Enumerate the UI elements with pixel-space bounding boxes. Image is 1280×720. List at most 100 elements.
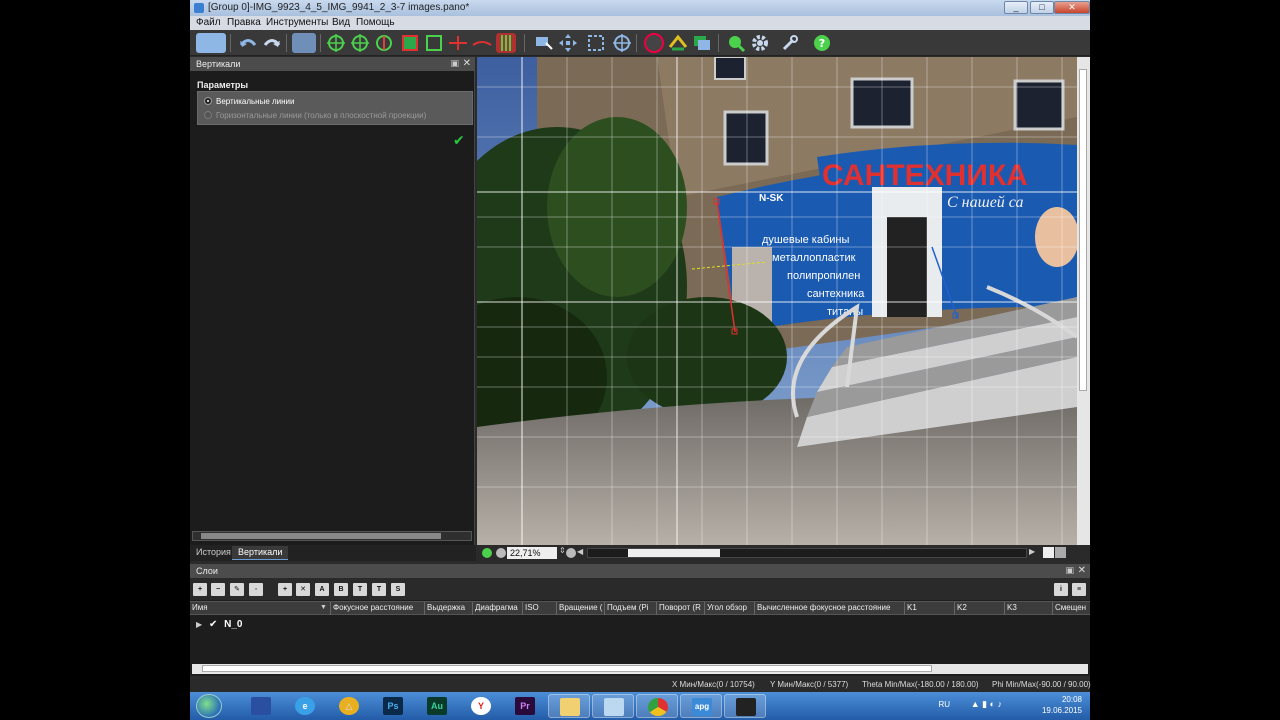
- add-layer-icon[interactable]: +: [193, 583, 207, 596]
- menu-view[interactable]: Вид: [332, 17, 350, 28]
- view-mode-icon[interactable]: [1043, 547, 1067, 559]
- tool-a-button[interactable]: A: [315, 583, 329, 596]
- edit-layer-icon[interactable]: ✎: [230, 583, 244, 596]
- float-icon[interactable]: ▣: [1065, 565, 1074, 576]
- vertical-lines-radio[interactable]: [204, 97, 212, 105]
- layer-check-icon[interactable]: ✔: [209, 619, 217, 630]
- select-icon[interactable]: [534, 33, 554, 53]
- fit-icon[interactable]: [424, 33, 444, 53]
- taskbar-ie[interactable]: e: [284, 694, 326, 718]
- col-k1[interactable]: K1: [907, 603, 947, 612]
- col-rotation[interactable]: Вращение (: [559, 603, 603, 612]
- tray-icons[interactable]: ▲ ▮ ◐ ♪: [971, 699, 1002, 710]
- tool-t1-button[interactable]: T: [353, 583, 367, 596]
- panel-close-icon[interactable]: ✕: [463, 58, 471, 69]
- start-button[interactable]: [196, 694, 222, 718]
- zoom-out-icon[interactable]: [495, 547, 507, 559]
- crop-icon[interactable]: [400, 33, 420, 53]
- horizon-icon[interactable]: [448, 33, 468, 53]
- remove-layer-icon[interactable]: −: [211, 583, 225, 596]
- verticals-icon[interactable]: [496, 33, 516, 53]
- rotate-icon[interactable]: [374, 33, 394, 53]
- layers-hscroll[interactable]: [192, 664, 1088, 674]
- render-icon[interactable]: [196, 33, 226, 53]
- help-icon[interactable]: ?: [812, 33, 832, 53]
- col-offset[interactable]: Смещен: [1055, 603, 1090, 612]
- tool-t2-button[interactable]: T: [372, 583, 386, 596]
- info-icon[interactable]: i: [1054, 583, 1068, 596]
- panorama-image[interactable]: САНТЕХНИКА С нашей са N-SK душевые кабин…: [477, 57, 1077, 545]
- transform-icon[interactable]: [586, 33, 606, 53]
- taskbar-chrome[interactable]: [636, 694, 678, 718]
- tab-verticals[interactable]: Вертикали: [232, 546, 289, 560]
- horizontal-lines-radio[interactable]: [204, 111, 212, 119]
- gear-icon[interactable]: [750, 33, 770, 53]
- sort-down-icon[interactable]: ▼: [320, 604, 327, 611]
- tool-s-button[interactable]: S: [391, 583, 405, 596]
- pan-icon[interactable]: [558, 33, 578, 53]
- taskbar-media[interactable]: [724, 694, 766, 718]
- panel-hscroll[interactable]: [192, 531, 472, 541]
- zoom-fit-icon[interactable]: [481, 547, 493, 559]
- delete-group-icon[interactable]: ✕: [296, 583, 310, 596]
- maximize-button[interactable]: □: [1030, 1, 1054, 14]
- apply-check-icon[interactable]: ✔: [453, 132, 465, 149]
- tab-history[interactable]: История: [190, 546, 237, 560]
- straighten-icon[interactable]: [472, 33, 492, 53]
- panorama-view-icon[interactable]: [292, 33, 316, 53]
- col-focal[interactable]: Фокусное расстояние: [333, 603, 423, 612]
- col-computed-focal[interactable]: Вычисленное фокусное расстояние: [757, 603, 907, 612]
- move-icon[interactable]: [350, 33, 370, 53]
- add-group-icon[interactable]: +: [278, 583, 292, 596]
- search-icon[interactable]: [726, 33, 746, 53]
- col-pitch[interactable]: Подъем (Pi: [607, 603, 655, 612]
- redo-icon[interactable]: [262, 33, 282, 53]
- col-aperture[interactable]: Диафрагма: [475, 603, 521, 612]
- col-k2[interactable]: K2: [957, 603, 997, 612]
- scroll-right-icon[interactable]: ▶: [1029, 547, 1035, 556]
- wrench-icon[interactable]: [780, 33, 800, 53]
- col-exposure[interactable]: Выдержка: [427, 603, 471, 612]
- color-icon[interactable]: [668, 33, 688, 53]
- viewer-vscroll[interactable]: [1077, 57, 1090, 545]
- clock[interactable]: 20:08 19.06.2015: [1042, 694, 1082, 716]
- zoom-in-icon[interactable]: [565, 547, 577, 559]
- col-roll[interactable]: Поворот (R: [659, 603, 703, 612]
- tool-b-button[interactable]: B: [334, 583, 348, 596]
- taskbar-premiere[interactable]: Pr: [504, 694, 546, 718]
- expand-icon[interactable]: ▶: [196, 620, 202, 629]
- menu-edit[interactable]: Правка: [227, 17, 261, 28]
- float-icon[interactable]: ▣: [450, 58, 459, 69]
- minimize-button[interactable]: _: [1004, 1, 1028, 14]
- taskbar-explorer[interactable]: [548, 694, 590, 718]
- layer-row[interactable]: ▶ ✔ N_0: [196, 619, 242, 630]
- viewer-hscroll[interactable]: [587, 548, 1027, 558]
- col-fov[interactable]: Угол обзор: [707, 603, 755, 612]
- col-name[interactable]: Имя: [192, 603, 320, 612]
- panel-close-icon[interactable]: ✕: [1078, 565, 1086, 576]
- target-icon[interactable]: [612, 33, 632, 53]
- taskbar-save-app[interactable]: [240, 694, 282, 718]
- taskbar-yandex[interactable]: Y: [460, 694, 502, 718]
- taskbar-photoshop[interactable]: Ps: [372, 694, 414, 718]
- taskbar-audition[interactable]: Au: [416, 694, 458, 718]
- layer-settings-icon[interactable]: ◦: [249, 583, 263, 596]
- menu-file[interactable]: Файл: [196, 17, 221, 28]
- taskbar-apg[interactable]: apg: [680, 694, 722, 718]
- zoom-field[interactable]: 22,71%: [507, 547, 557, 559]
- center-icon[interactable]: [326, 33, 346, 53]
- layers-icon[interactable]: [692, 33, 712, 53]
- undo-icon[interactable]: [238, 33, 258, 53]
- col-iso[interactable]: ISO: [525, 603, 555, 612]
- auto-icon[interactable]: [644, 33, 664, 53]
- panorama-viewer[interactable]: САНТЕХНИКА С нашей са N-SK душевые кабин…: [477, 57, 1077, 545]
- menu-tools[interactable]: Инструменты: [266, 17, 328, 28]
- col-k3[interactable]: K3: [1007, 603, 1047, 612]
- taskbar-remote[interactable]: [592, 694, 634, 718]
- language-indicator[interactable]: RU: [938, 700, 950, 709]
- close-button[interactable]: ✕: [1054, 1, 1090, 14]
- list-icon[interactable]: ≡: [1072, 583, 1086, 596]
- scroll-left-icon[interactable]: ◀: [577, 547, 583, 556]
- taskbar-autopano[interactable]: △: [328, 694, 370, 718]
- menu-help[interactable]: Помощь: [356, 17, 395, 28]
